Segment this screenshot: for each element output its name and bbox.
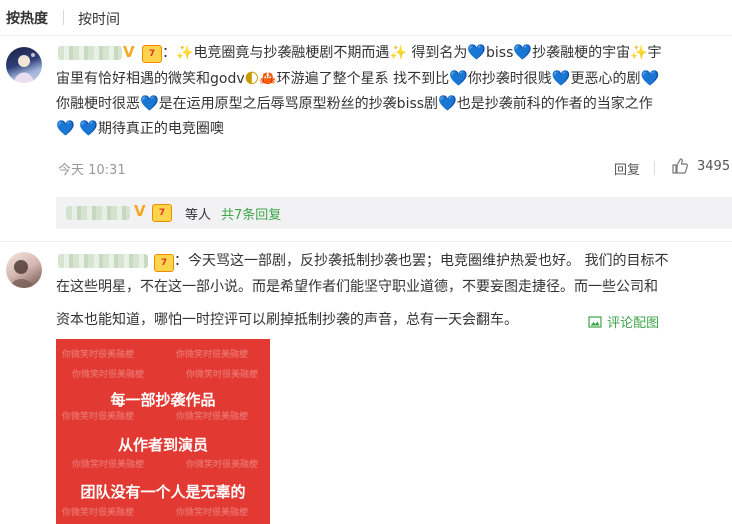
watermark-text: 你微笑时很美融梗 bbox=[62, 508, 135, 518]
comment-2-line-1: ：今天骂这一部剧，反抄袭抵制抄袭也罢；电竞圈维护热爱也好。 我们的目标不 bbox=[174, 253, 669, 269]
watermark-text: 你微笑时很美融梗 bbox=[176, 508, 249, 518]
sparkle-emoji: ✨ bbox=[630, 45, 648, 61]
verified-badge-icon: V bbox=[134, 202, 146, 220]
watermark-text: 你微笑时很美融梗 bbox=[176, 412, 249, 422]
comment-image-label[interactable]: 评论配图 bbox=[607, 316, 659, 331]
poster-text-line-3: 团队没有一个人是无辜的 bbox=[80, 483, 246, 501]
person-photo-icon bbox=[10, 260, 34, 288]
comment-2-line-3: 资本也能知道，哪怕一时控评可以刷掉抵制抄袭的声音，总有一天会翻车。 bbox=[56, 312, 518, 328]
watermark-text: 你微笑时很美融梗 bbox=[72, 370, 145, 380]
comment-text-segment: 更恶心的剧 bbox=[570, 71, 641, 87]
thumbs-up-icon bbox=[672, 158, 688, 174]
vip-badge-icon: 7 bbox=[142, 45, 162, 63]
comment-text-segment: 抄袭融梗的宇宙 bbox=[532, 45, 631, 61]
comment-1-like-count: 3495 bbox=[697, 159, 731, 174]
reply-summary-people: 等人 bbox=[185, 208, 212, 223]
blue-heart-emoji: 💙 bbox=[79, 119, 98, 137]
comment-1-line-1: ：✨电竞圈竟与抄袭融梗剧不期而遇✨ 得到名为💙biss💙抄袭融梗的宇宙✨宇 bbox=[162, 40, 662, 65]
vip-badge-icon: 7 bbox=[154, 254, 174, 272]
sort-by-hot-tab[interactable]: 按热度 bbox=[6, 8, 48, 28]
blue-heart-emoji: 💙 bbox=[640, 69, 660, 87]
comment-text-segment: 得到名为 bbox=[406, 45, 468, 61]
comment-text-segment: 宙里有恰好相遇的微笑和godv bbox=[56, 71, 245, 87]
comment-1-reply-button[interactable]: 回复 bbox=[614, 159, 640, 178]
comment-attached-image[interactable]: 你微笑时很美融梗 你微笑时很美融梗 你微笑时很美融梗 你微笑时很美融梗 你微笑时很美融梗… bbox=[56, 339, 270, 524]
comment-1-line-3: 你融梗时很恶💙是在运用原型之后辱骂原型粉丝的抄袭biss剧💙也是抄袭前科的作者的… bbox=[56, 91, 659, 116]
watermark-text: 你微笑时很美融梗 bbox=[62, 350, 135, 360]
comment-2-avatar[interactable] bbox=[6, 252, 42, 288]
view-all-replies-link[interactable]: 共7条回复 bbox=[221, 204, 281, 223]
poster-text-line-1: 每一部抄袭作品 bbox=[110, 391, 216, 409]
blue-heart-emoji: 💙 bbox=[56, 119, 75, 137]
comment-text-segment: 环游遍了整个星系 找不到比 bbox=[276, 71, 450, 87]
anime-figure-icon bbox=[14, 53, 35, 83]
comment-2-username-blurred[interactable] bbox=[58, 254, 148, 268]
comment-text-segment: 期待真正的电竞圈噢 bbox=[97, 121, 224, 137]
comment-1-avatar[interactable] bbox=[6, 47, 42, 83]
comment-text-segment: ： bbox=[162, 45, 176, 61]
sparkle-emoji: ✨ bbox=[389, 45, 407, 61]
watermark-text: 你微笑时很美融梗 bbox=[72, 460, 145, 470]
header-divider bbox=[0, 35, 732, 36]
comment-text-segment: biss bbox=[486, 45, 514, 61]
comment-text-segment: 也是抄袭前科的作者的当家之作 bbox=[456, 96, 653, 112]
image-icon bbox=[588, 316, 602, 328]
comment-text-segment: 你抄袭时很贱 bbox=[467, 71, 552, 87]
watermark-text: 你微笑时很美融梗 bbox=[186, 460, 259, 470]
blue-heart-emoji: 💙 bbox=[438, 94, 457, 112]
comment-1-timestamp: 今天 10:31 bbox=[58, 163, 126, 178]
watermark-text: 你微笑时很美融梗 bbox=[62, 412, 135, 422]
blue-heart-emoji: 💙 bbox=[140, 94, 159, 112]
comment-1-text-cont: 宙里有恰好相遇的微笑和godv🌓🦀环游遍了整个星系 找不到比💙你抄袭时很贱💙更恶… bbox=[56, 66, 659, 141]
tab-divider bbox=[63, 10, 64, 25]
comment-1-line-4: 💙 💙期待真正的电竞圈噢 bbox=[56, 116, 659, 141]
blue-heart-emoji: 💙 bbox=[513, 43, 533, 61]
watermark-text: 你微笑时很美融梗 bbox=[176, 350, 249, 360]
comment-1-username-blurred[interactable] bbox=[58, 46, 122, 60]
comment-1-text: ：✨电竞圈竟与抄袭融梗剧不期而遇✨ 得到名为💙biss💙抄袭融梗的宇宙✨宇 bbox=[162, 40, 662, 65]
blue-heart-emoji: 💙 bbox=[551, 69, 571, 87]
poster-text-line-2: 从作者到演员 bbox=[117, 436, 208, 454]
comment-2-line-2: 在这些明星，不在这一部小说。而是希望作者们能坚守职业道德，不要妄图走捷径。而一些… bbox=[56, 279, 658, 295]
verified-badge-icon: V bbox=[123, 43, 135, 61]
sort-by-time-tab[interactable]: 按时间 bbox=[78, 9, 120, 29]
vip-badge-icon: 7 bbox=[152, 204, 172, 222]
action-divider bbox=[654, 161, 655, 175]
comment-1-line-2: 宙里有恰好相遇的微笑和godv🌓🦀环游遍了整个星系 找不到比💙你抄袭时很贱💙更恶… bbox=[56, 66, 659, 91]
blue-heart-emoji: 💙 bbox=[449, 69, 468, 87]
replier-username-blurred[interactable] bbox=[66, 206, 130, 220]
comment-text-segment: 是在运用原型之后辱骂原型粉丝的抄袭biss剧 bbox=[158, 96, 439, 112]
comment-divider bbox=[0, 241, 732, 242]
comment-text-segment: 电竞圈竟与抄袭融梗剧不期而遇 bbox=[193, 45, 390, 61]
watermark-text: 你微笑时很美融梗 bbox=[186, 370, 259, 380]
blue-heart-emoji: 💙 bbox=[467, 43, 487, 61]
sparkle-emoji: ✨ bbox=[176, 45, 194, 61]
comment-text-segment: 你融梗时很恶 bbox=[56, 96, 140, 112]
moon-emoji: 🌓 bbox=[244, 71, 260, 87]
comment-text-segment: 宇 bbox=[647, 45, 662, 61]
crab-emoji: 🦀 bbox=[259, 71, 277, 87]
comment-image-link[interactable]: 评论配图 bbox=[588, 312, 659, 331]
like-button[interactable] bbox=[671, 157, 689, 179]
